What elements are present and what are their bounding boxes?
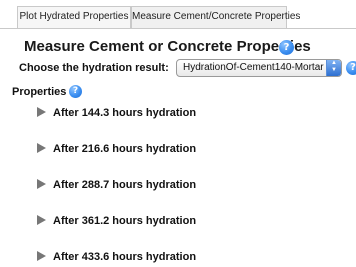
property-item-label: After 144.3 hours hydration	[53, 107, 197, 119]
tab-bar: Plot Hydrated Properties Measure Cement/…	[0, 0, 356, 29]
hydration-result-select[interactable]: HydrationOf-Cement140-Mortar ▲ ▼	[176, 59, 342, 77]
property-item-label: After 288.7 hours hydration	[53, 179, 197, 191]
property-item[interactable]: After 433.6 hours hydration	[37, 251, 196, 267]
properties-heading: Properties	[12, 86, 67, 98]
tab-plot-hydrated-properties[interactable]: Plot Hydrated Properties	[17, 6, 131, 28]
disclosure-triangle-icon	[37, 251, 46, 262]
help-icon[interactable]: ?	[346, 61, 356, 75]
property-item[interactable]: After 288.7 hours hydration	[37, 179, 196, 195]
disclosure-triangle-icon	[37, 215, 46, 226]
select-arrows-icon: ▲ ▼	[326, 60, 341, 76]
hydration-result-value: HydrationOf-Cement140-Mortar	[183, 62, 324, 73]
choose-hydration-label: Choose the hydration result:	[19, 62, 169, 74]
help-icon[interactable]: ?	[279, 40, 294, 55]
property-item[interactable]: After 216.6 hours hydration	[37, 143, 196, 159]
tab-measure-cement-concrete-properties[interactable]: Measure Cement/Concrete Properties	[131, 6, 300, 28]
property-item-label: After 433.6 hours hydration	[53, 251, 197, 263]
property-item-label: After 216.6 hours hydration	[53, 143, 197, 155]
property-item[interactable]: After 361.2 hours hydration	[37, 215, 196, 231]
disclosure-triangle-icon	[37, 179, 46, 190]
property-item-label: After 361.2 hours hydration	[53, 215, 197, 227]
property-item[interactable]: After 144.3 hours hydration	[37, 107, 196, 123]
page-title: Measure Cement or Concrete Properties	[24, 38, 311, 55]
help-icon[interactable]: ?	[69, 85, 82, 98]
disclosure-triangle-icon	[37, 143, 46, 154]
disclosure-triangle-icon	[37, 107, 46, 118]
